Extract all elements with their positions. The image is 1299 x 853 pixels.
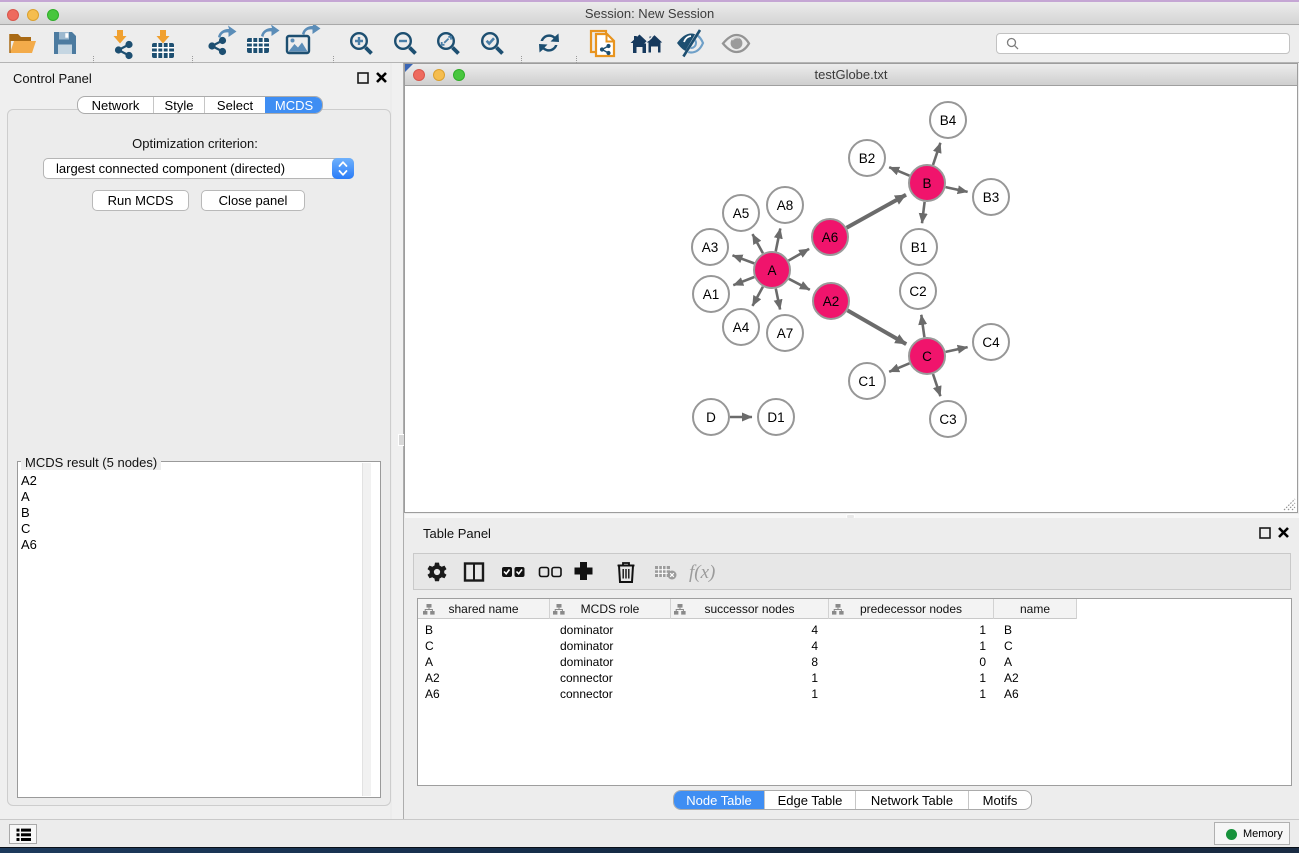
svg-text:A8: A8 — [777, 198, 794, 213]
svg-text:A5: A5 — [733, 206, 750, 221]
svg-text:C: C — [922, 349, 932, 364]
svg-text:C2: C2 — [909, 284, 926, 299]
svg-text:D1: D1 — [767, 410, 784, 425]
svg-text:A6: A6 — [822, 230, 839, 245]
svg-text:A3: A3 — [702, 240, 719, 255]
svg-text:C4: C4 — [982, 335, 1000, 350]
svg-text:A: A — [767, 263, 776, 278]
svg-text:A4: A4 — [733, 320, 750, 335]
svg-text:A2: A2 — [823, 294, 840, 309]
svg-text:C1: C1 — [858, 374, 875, 389]
svg-text:C3: C3 — [939, 412, 956, 427]
svg-text:B4: B4 — [940, 113, 957, 128]
svg-text:A7: A7 — [777, 326, 794, 341]
svg-text:A1: A1 — [703, 287, 720, 302]
svg-text:B: B — [922, 176, 931, 191]
svg-text:B2: B2 — [859, 151, 876, 166]
svg-text:B1: B1 — [911, 240, 928, 255]
svg-text:f(x): f(x) — [689, 562, 715, 583]
svg-text:B3: B3 — [983, 190, 1000, 205]
svg-text:D: D — [706, 410, 716, 425]
